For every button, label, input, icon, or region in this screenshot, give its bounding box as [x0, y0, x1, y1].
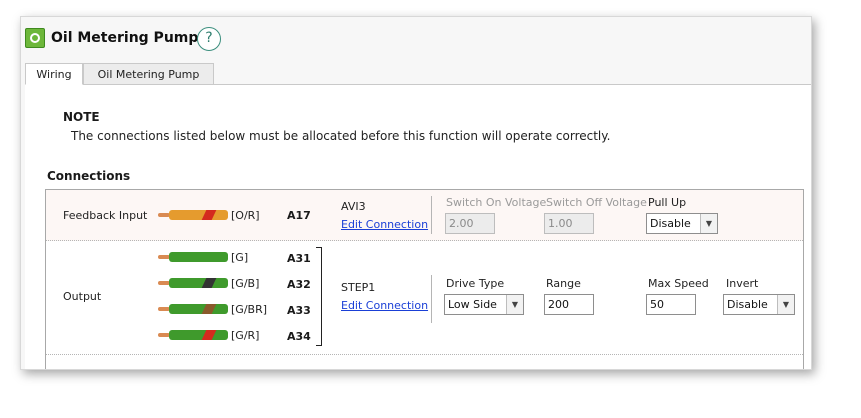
- wire-green-black-icon: [158, 278, 228, 288]
- drive-type-value: Low Side: [448, 298, 497, 311]
- drive-type-select[interactable]: Low Side ▼: [444, 294, 524, 315]
- max-speed-field[interactable]: 50: [646, 294, 696, 315]
- pin-group-bracket: [316, 247, 322, 346]
- feedback-input-row: Feedback Input [O/R] A17 AVI3 Edit Conne…: [46, 190, 803, 241]
- channel-name: AVI3: [341, 200, 366, 213]
- function-window: Oil Metering Pump ? Wiring Oil Metering …: [20, 16, 812, 370]
- invert-select[interactable]: Disable ▼: [723, 294, 795, 315]
- help-icon[interactable]: ?: [197, 27, 221, 51]
- connections-table: Feedback Input [O/R] A17 AVI3 Edit Conne…: [45, 189, 804, 369]
- wire-color-code: [O/R]: [231, 209, 260, 222]
- edit-connection-link[interactable]: Edit Connection: [341, 299, 428, 312]
- switch-on-voltage-label: Switch On Voltage: [446, 196, 547, 209]
- switch-off-voltage-field[interactable]: 1.00: [544, 213, 594, 234]
- pin-label: A32: [287, 278, 311, 291]
- wire-orange-red-icon: [158, 210, 228, 220]
- note-text: The connections listed below must be all…: [71, 129, 611, 143]
- pin-label: A17: [287, 209, 311, 222]
- tab-wiring[interactable]: Wiring: [25, 63, 83, 85]
- range-label: Range: [546, 277, 581, 290]
- pin-label: A31: [287, 252, 311, 265]
- tab-oil-metering-pump[interactable]: Oil Metering Pump: [83, 63, 214, 85]
- channel-name: STEP1: [341, 281, 376, 294]
- wire-green-icon: [158, 252, 228, 262]
- wire-green-brown-icon: [158, 304, 228, 314]
- switch-on-voltage-field[interactable]: 2.00: [445, 213, 495, 234]
- pull-up-value: Disable: [650, 217, 691, 230]
- chevron-down-icon: ▼: [700, 214, 717, 233]
- wire-color-code: [G/B]: [231, 277, 260, 290]
- invert-value: Disable: [727, 298, 768, 311]
- pump-icon: [25, 28, 45, 48]
- drive-type-label: Drive Type: [446, 277, 505, 290]
- chevron-down-icon: ▼: [777, 295, 794, 314]
- wire-color-code: [G]: [231, 251, 249, 264]
- chevron-down-icon: ▼: [506, 295, 523, 314]
- note-heading: NOTE: [63, 110, 100, 124]
- pin-label: A34: [287, 330, 311, 343]
- pull-up-label: Pull Up: [648, 196, 687, 209]
- pull-up-select[interactable]: Disable ▼: [646, 213, 718, 234]
- edit-connection-link[interactable]: Edit Connection: [341, 218, 428, 231]
- connections-heading: Connections: [47, 169, 131, 183]
- output-label: Output: [63, 290, 102, 303]
- feedback-input-label: Feedback Input: [63, 209, 148, 222]
- wire-color-code: [G/R]: [231, 329, 260, 342]
- wire-green-red-icon: [158, 330, 228, 340]
- divider: [431, 275, 432, 323]
- range-field[interactable]: 200: [544, 294, 594, 315]
- pin-label: A33: [287, 304, 311, 317]
- switch-off-voltage-label: Switch Off Voltage: [546, 196, 647, 209]
- page-title: Oil Metering Pump: [51, 30, 199, 46]
- output-row: Output [G] A31 [G/B] A32 [G/BR] A33 [G/R…: [46, 241, 803, 355]
- wiring-panel: NOTE The connections listed below must b…: [25, 84, 811, 369]
- divider: [431, 196, 432, 234]
- title-bar: Oil Metering Pump ?: [21, 17, 811, 61]
- max-speed-label: Max Speed: [648, 277, 709, 290]
- wire-color-code: [G/BR]: [231, 303, 268, 316]
- invert-label: Invert: [726, 277, 759, 290]
